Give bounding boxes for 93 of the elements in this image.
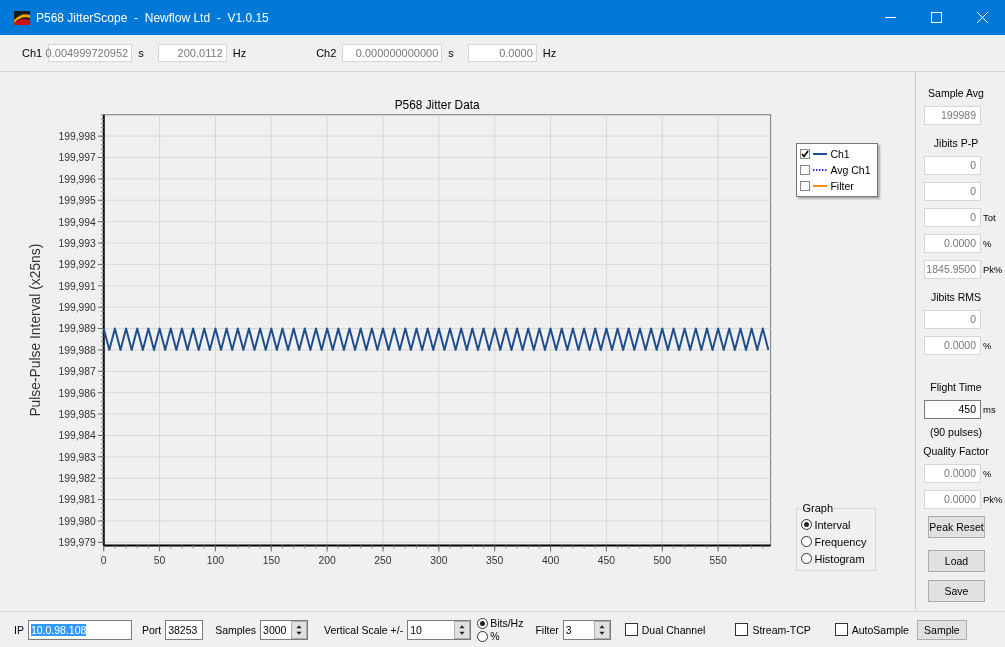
- tick-label: 500: [653, 555, 671, 567]
- spinner-arrows-icon[interactable]: [291, 620, 308, 639]
- tick-label: 50: [153, 555, 166, 567]
- tick-label: 199,985: [58, 409, 96, 420]
- field-label: (90 pulses): [929, 426, 983, 438]
- tick-label: 199,992: [58, 259, 96, 271]
- field-label: Sample Avg: [927, 87, 985, 99]
- channel-label: Ch2: [316, 47, 337, 59]
- tick-label: 250: [374, 555, 392, 567]
- field-label: Filter: [535, 623, 559, 636]
- checkbox[interactable]: AutoSample: [834, 623, 909, 636]
- sample-button[interactable]: Sample: [916, 619, 967, 640]
- axis-title: Pulse-Pulse Interval (x25ns): [26, 243, 43, 417]
- tick-label: 400: [541, 555, 560, 567]
- tick-label: 199,987: [58, 366, 96, 378]
- unit-label: s: [138, 47, 144, 59]
- field-label: Jibits P-P: [932, 137, 980, 149]
- field-label: Quality Factor: [922, 445, 990, 457]
- tick-label: 350: [486, 555, 504, 567]
- checkbox[interactable]: [800, 149, 811, 160]
- tick-label: 300: [430, 555, 448, 567]
- radio-option[interactable]: Interval: [801, 517, 876, 532]
- unit-label: ms: [983, 404, 996, 415]
- tick-label: 199,994: [58, 216, 96, 228]
- tick-label: 199,995: [58, 195, 96, 207]
- tick-label: 199,981: [58, 494, 96, 506]
- tick-label: 199,979: [58, 537, 96, 549]
- radio-option[interactable]: Histogram: [801, 551, 876, 566]
- channel-label: Ch1: [22, 47, 43, 59]
- period-field[interactable]: 0.000000000000: [342, 44, 443, 62]
- unit-label: Pk%: [983, 494, 1003, 505]
- tick-label: 200: [318, 555, 336, 567]
- tick-label: 199,998: [58, 131, 96, 143]
- checkbox[interactable]: [800, 165, 811, 175]
- radio-option[interactable]: Bits/Hz: [477, 616, 524, 630]
- app-logo-icon: [14, 10, 30, 25]
- tick-label: 199,980: [58, 515, 96, 527]
- unit-label: Tot: [983, 212, 996, 223]
- unit-label: Hz: [542, 47, 557, 59]
- spinner-arrows-icon[interactable]: [593, 620, 610, 639]
- unit-label: %: [983, 340, 992, 351]
- radio-option[interactable]: %: [477, 629, 524, 643]
- field-label: Vertical Scale +/-: [324, 623, 404, 636]
- spinner-arrows-icon[interactable]: [454, 620, 471, 639]
- frequency-field[interactable]: 0.0000: [467, 44, 537, 62]
- tick-label: 550: [709, 555, 727, 567]
- tick-label: 199,996: [58, 173, 96, 185]
- tick-label: 199,990: [58, 302, 96, 314]
- window-title: P568 JitterScope - Newflow Ltd - V1.0.15: [36, 10, 269, 25]
- tick-label: 199,989: [58, 323, 96, 335]
- tick-label: 199,982: [58, 473, 96, 485]
- checkbox[interactable]: Dual Channel: [624, 623, 706, 636]
- frequency-field[interactable]: 200.0112: [157, 44, 227, 62]
- tick-label: 199,991: [58, 280, 96, 292]
- group-title: Graph: [801, 502, 834, 514]
- spinner-field[interactable]: 10: [407, 619, 472, 640]
- number-field[interactable]: 450: [924, 400, 981, 419]
- unit-label: %: [983, 238, 992, 249]
- period-field[interactable]: 0.004999720952: [48, 44, 133, 62]
- radio-option[interactable]: Frequency: [801, 534, 876, 549]
- unit-label: Hz: [232, 47, 247, 59]
- action-button[interactable]: Peak Reset: [928, 516, 985, 538]
- tick-label: 199,988: [58, 344, 96, 356]
- tick-label: 199,986: [58, 387, 96, 399]
- field-label: Port: [141, 623, 162, 636]
- legend-label: Ch1: [830, 148, 850, 161]
- maximize-icon: [930, 12, 942, 23]
- unit-label: %: [983, 468, 992, 479]
- chart-title: P568 Jitter Data: [394, 97, 480, 112]
- tick-label: 199,997: [58, 152, 96, 164]
- legend-label: Avg Ch1: [830, 164, 871, 176]
- field-label: Jibits RMS: [929, 291, 983, 303]
- spinner-field[interactable]: 3: [562, 619, 611, 640]
- unit-label: s: [448, 47, 454, 59]
- tick-label: 199,983: [58, 451, 96, 463]
- action-button[interactable]: Load: [928, 550, 985, 572]
- tick-label: 100: [206, 555, 225, 567]
- action-button[interactable]: Save: [928, 580, 985, 602]
- unit-label: Pk%: [983, 264, 1003, 275]
- text-field[interactable]: 38253: [165, 619, 204, 640]
- checkbox[interactable]: Stream-TCP: [735, 623, 811, 636]
- tick-label: 150: [262, 555, 280, 567]
- spinner-field[interactable]: 3000: [260, 619, 309, 640]
- close-icon: [976, 12, 988, 23]
- field-label: Samples: [215, 623, 257, 636]
- field-label: Flight Time: [929, 381, 983, 393]
- tick-label: 450: [597, 555, 616, 567]
- tick-label: 199,993: [58, 238, 96, 249]
- tick-label: 0: [100, 555, 107, 567]
- field-label: IP: [14, 623, 24, 636]
- checkbox[interactable]: [800, 180, 811, 191]
- legend-label: Filter: [830, 179, 854, 192]
- tick-label: 199,984: [58, 430, 96, 442]
